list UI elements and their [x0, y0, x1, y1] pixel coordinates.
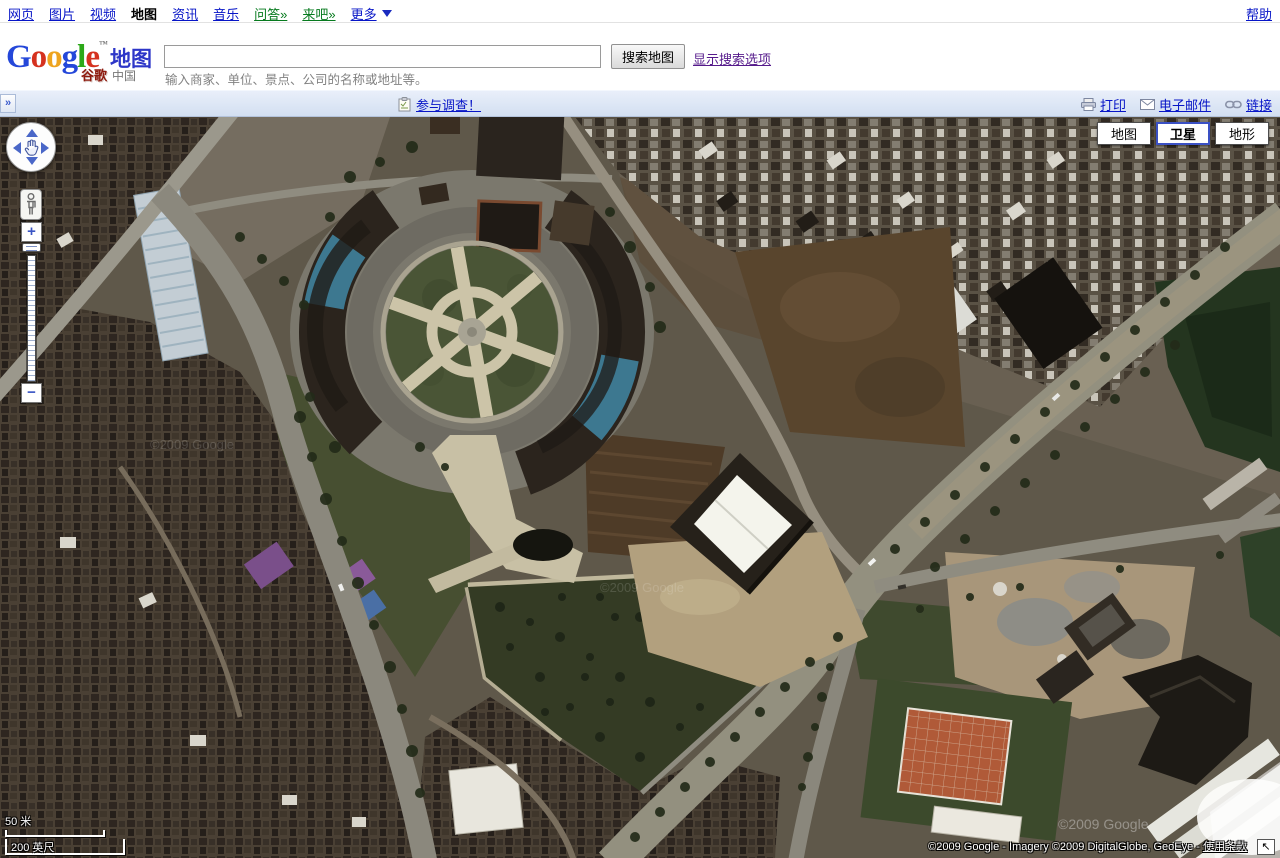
logo-letter: o	[31, 39, 47, 75]
pegman-icon[interactable]	[25, 193, 37, 217]
print-tool: 打印	[1081, 95, 1126, 114]
scale-feet-label: 200 英尺	[11, 842, 54, 854]
link-tool: 链接	[1225, 95, 1272, 114]
map-type-map-button[interactable]: 地图	[1097, 122, 1151, 145]
nav-help[interactable]: 帮助	[1246, 4, 1272, 23]
pan-up-arrow-icon[interactable]	[26, 129, 38, 137]
logo-letter: g	[62, 39, 78, 75]
zoom-slider-handle[interactable]	[22, 243, 41, 252]
logo-letter: G	[6, 39, 31, 75]
nav-images[interactable]: 图片	[49, 4, 75, 23]
map-watermark: ©2009 Google	[600, 580, 684, 595]
pegman-control[interactable]	[20, 189, 42, 220]
zoom-out-button[interactable]: −	[21, 383, 42, 403]
satellite-map-canvas[interactable]: ©2009 Google ©2009 Google ©2009 Google	[0, 117, 1280, 858]
printer-icon	[1081, 98, 1096, 111]
show-search-options-link[interactable]: 显示搜索选项	[693, 49, 771, 68]
print-link[interactable]: 打印	[1100, 95, 1126, 114]
logo-cn-name: 谷歌	[81, 65, 107, 84]
copyright-text: ©2009 Google - Imagery ©2009 DigitalGlob…	[928, 841, 1203, 853]
envelope-icon	[1140, 99, 1155, 110]
search-hint-text: 输入商家、单位、景点、公司的名称或地址等。	[165, 69, 428, 88]
scale-feet-bar: 200 英尺	[5, 839, 125, 855]
zoom-in-button[interactable]: +	[21, 222, 42, 242]
map-type-terrain-button[interactable]: 地形	[1215, 122, 1269, 145]
get-link-link[interactable]: 链接	[1246, 95, 1272, 114]
map-viewport: ©2009 Google ©2009 Google ©2009 Google +…	[0, 117, 1280, 858]
nav-video[interactable]: 视频	[90, 4, 116, 23]
chain-link-icon	[1225, 100, 1242, 109]
pan-right-arrow-icon[interactable]	[41, 142, 49, 154]
email-tool: 电子邮件	[1140, 95, 1211, 114]
logo-letter: o	[46, 39, 62, 75]
survey-link[interactable]: 参与调查！	[416, 95, 481, 114]
survey-area: 参与调查！	[398, 95, 481, 114]
nav-qa[interactable]: 问答»	[254, 4, 287, 23]
nav-more-label[interactable]: 更多	[351, 4, 377, 23]
collapse-corner-button[interactable]: ↖	[1257, 839, 1275, 855]
logo-region: 中国	[112, 67, 136, 84]
expand-sidebar-button[interactable]: »	[0, 94, 16, 113]
nav-more[interactable]: 更多	[351, 4, 392, 23]
nav-maps-current: 地图	[131, 4, 157, 23]
clipboard-icon	[398, 97, 411, 112]
map-type-switcher: 地图 卫星 地形	[1097, 122, 1269, 145]
terms-of-use-link[interactable]: 使用条款	[1203, 841, 1247, 853]
nav-web[interactable]: 网页	[8, 4, 34, 23]
search-input[interactable]	[164, 45, 601, 68]
nav-music[interactable]: 音乐	[213, 4, 239, 23]
toolbar-right: 打印 电子邮件 链接	[1081, 95, 1272, 114]
map-type-satellite-button[interactable]: 卫星	[1156, 122, 1210, 145]
more-dropdown-arrow-icon[interactable]	[382, 10, 392, 17]
nav-news[interactable]: 资讯	[172, 4, 198, 23]
map-watermark: ©2009 Google	[1058, 816, 1149, 832]
zoom-slider-track[interactable]	[27, 255, 36, 382]
hand-icon[interactable]	[24, 139, 39, 156]
map-copyright: ©2009 Google - Imagery ©2009 DigitalGlob…	[928, 838, 1247, 854]
map-watermark: ©2009 Google	[150, 437, 234, 452]
scale-meters-bar	[5, 830, 105, 837]
pan-control[interactable]	[6, 122, 56, 172]
scale-meters-label: 50 米	[5, 813, 125, 829]
logo-tm: ™	[99, 39, 108, 49]
pan-down-arrow-icon[interactable]	[26, 157, 38, 165]
search-maps-button[interactable]: 搜索地图	[611, 44, 685, 69]
top-nav: 网页 图片 视频 地图 资讯 音乐 问答» 来吧» 更多 帮助	[0, 0, 1280, 23]
email-link[interactable]: 电子邮件	[1159, 95, 1211, 114]
scale-bar: 50 米 200 英尺	[5, 813, 125, 855]
nav-laiba[interactable]: 来吧»	[302, 4, 335, 23]
pan-left-arrow-icon[interactable]	[13, 142, 21, 154]
map-toolbar: » 参与调查！ 打印 电子邮件	[0, 90, 1280, 117]
header: Google™ 谷歌 地图 中国 搜索地图 显示搜索选项 输入商家、单位、景点、…	[0, 23, 1280, 90]
